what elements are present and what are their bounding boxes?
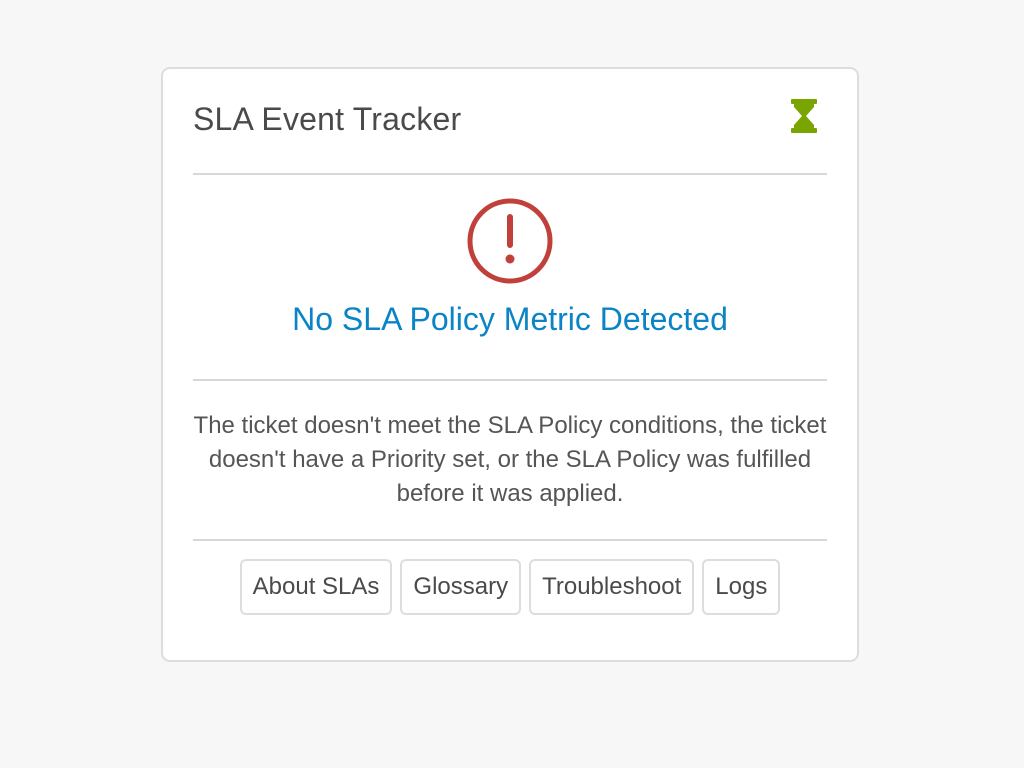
status-section: No SLA Policy Metric Detected	[193, 173, 827, 381]
status-title: No SLA Policy Metric Detected	[292, 301, 728, 337]
troubleshoot-button[interactable]: Troubleshoot	[529, 559, 695, 615]
description-text: The ticket doesn't meet the SLA Policy c…	[193, 412, 827, 507]
description-section: The ticket doesn't meet the SLA Policy c…	[193, 381, 827, 541]
widget-title: SLA Event Tracker	[193, 101, 462, 137]
hourglass-icon[interactable]	[791, 99, 817, 133]
button-row: About SLAs Glossary Troubleshoot Logs	[193, 559, 827, 617]
sla-event-tracker-card: SLA Event Tracker No SLA Policy Metric D…	[161, 67, 859, 662]
logs-button[interactable]: Logs	[702, 559, 781, 615]
about-slas-button[interactable]: About SLAs	[239, 559, 393, 615]
alert-circle-icon	[467, 198, 553, 284]
card-header: SLA Event Tracker	[193, 69, 827, 175]
glossary-button[interactable]: Glossary	[400, 559, 522, 615]
